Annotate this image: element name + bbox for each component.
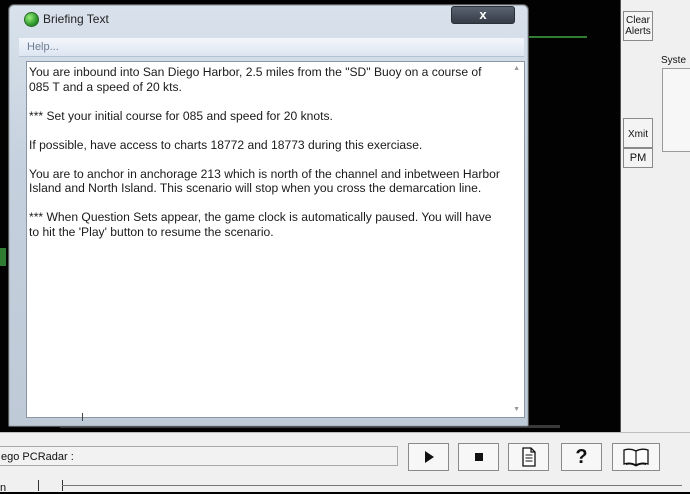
briefing-paragraph: You are inbound into San Diego Harbor, 2… xyxy=(29,65,482,94)
slider-tick xyxy=(38,480,39,491)
manual-button[interactable] xyxy=(612,443,660,471)
play-button[interactable] xyxy=(408,443,449,471)
app-icon xyxy=(24,12,39,27)
xmit-label: Xmit xyxy=(628,129,648,140)
briefing-paragraph: *** Set your initial course for 085 and … xyxy=(29,108,333,123)
radar-blip xyxy=(0,248,6,266)
close-button[interactable]: x xyxy=(451,6,515,24)
briefing-text-area[interactable]: You are inbound into San Diego Harbor, 2… xyxy=(26,61,525,421)
stop-icon xyxy=(474,453,483,461)
menu-bar: Help... xyxy=(19,38,524,57)
document-button[interactable] xyxy=(508,443,549,471)
help-button[interactable]: ? xyxy=(561,443,602,471)
menu-help[interactable]: Help... xyxy=(27,41,59,53)
bottom-toolbar: ego PCRadar : ? n xyxy=(0,432,690,494)
pm-label: PM xyxy=(629,152,647,164)
briefing-paragraph: If possible, have access to charts 18772… xyxy=(29,137,423,152)
system-panel xyxy=(662,68,690,152)
briefing-text: You are inbound into San Diego Harbor, 2… xyxy=(29,65,502,239)
briefing-paragraph: You are to anchor in anchorage 213 which… xyxy=(29,166,500,196)
clear-alerts-button[interactable]: Clear Alerts xyxy=(623,11,653,41)
stop-button[interactable] xyxy=(458,443,499,471)
close-icon: x xyxy=(479,7,487,22)
radar-blip xyxy=(527,36,587,38)
document-icon xyxy=(521,447,536,467)
dialog-title-bar[interactable]: Briefing Text x xyxy=(9,5,528,31)
status-field: ego PCRadar : xyxy=(0,446,398,466)
book-icon xyxy=(623,448,649,467)
right-control-panel: Clear Alerts Syste Xmit PM xyxy=(620,0,690,432)
resize-marker xyxy=(82,413,83,421)
briefing-paragraph: *** When Question Sets appear, the game … xyxy=(29,210,492,239)
status-text: ego PCRadar : xyxy=(1,451,74,463)
scroll-up-arrow-icon[interactable]: ▲ xyxy=(513,65,520,72)
bottom-label: n xyxy=(0,482,7,494)
clear-alerts-label-2: Alerts xyxy=(625,26,651,37)
help-icon: ? xyxy=(575,445,588,468)
play-icon xyxy=(424,451,434,463)
system-label: Syste xyxy=(661,55,687,66)
time-slider[interactable] xyxy=(62,485,682,486)
briefing-dialog: Briefing Text x Help... You are inbound … xyxy=(8,4,529,427)
clear-alerts-label-1: Clear xyxy=(626,15,650,26)
pm-button[interactable]: PM xyxy=(623,148,653,168)
xmit-button[interactable]: Xmit xyxy=(623,118,653,148)
scroll-down-arrow-icon[interactable]: ▼ xyxy=(513,406,520,413)
dialog-title: Briefing Text xyxy=(43,12,109,26)
